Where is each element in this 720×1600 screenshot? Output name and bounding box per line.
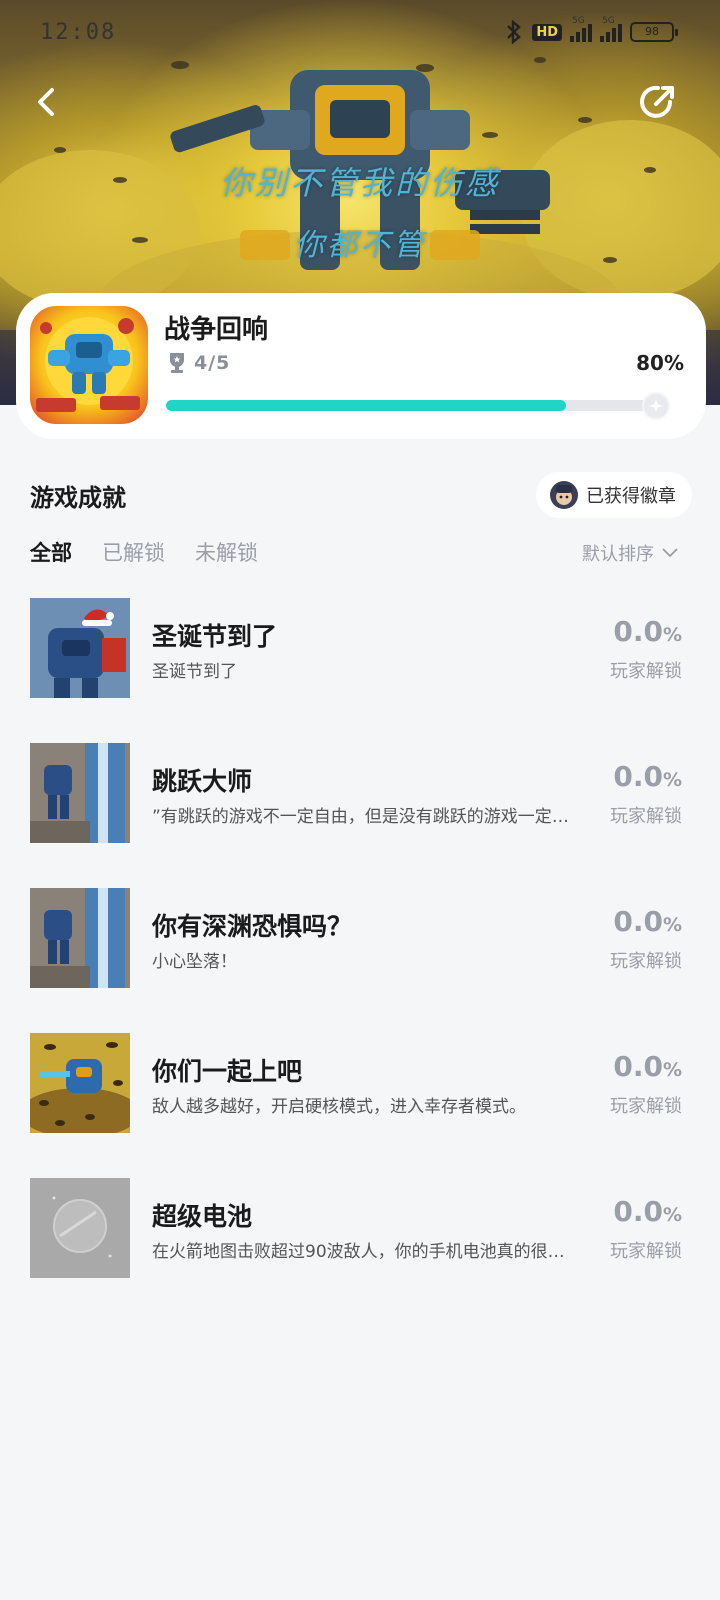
achievement-battery-image <box>30 1178 130 1278</box>
status-icons: HD 5G 5G 98 <box>504 16 678 44</box>
filter-tabs: 全部 已解锁 未解锁 <box>30 537 258 567</box>
sort-dropdown[interactable]: 默认排序 <box>582 540 678 566</box>
achievement-unlock-caption: 玩家解锁 <box>610 661 682 682</box>
status-clock: 12:08 <box>40 20 117 45</box>
hero-lyric-line-2: 你都不管 <box>294 228 426 263</box>
achievement-title: 你们一起上吧 <box>152 1057 303 1086</box>
game-title: 战争回响 <box>164 315 269 345</box>
bluetooth-icon <box>507 20 522 44</box>
achievement-description: 在火箭地图击败超过90波敌人，你的手机电池真的很耐用 <box>152 1242 580 1262</box>
achievement-row[interactable]: 你有深渊恐惧吗？ 小心坠落！ 0.0% 玩家解锁 <box>0 887 720 1032</box>
achievement-unlock-caption: 玩家解锁 <box>610 1241 682 1262</box>
achievement-unlock-rate: 0.0% <box>613 760 682 793</box>
tab-locked[interactable]: 未解锁 <box>195 537 258 567</box>
tab-all[interactable]: 全部 <box>30 537 72 567</box>
achievement-description: 圣诞节到了 <box>152 662 237 682</box>
trophy-progress-text: 4/5 <box>194 352 231 374</box>
achievement-description: 敌人越多越好，开启硬核模式，进入幸存者模式。 <box>152 1097 526 1117</box>
battery-icon: 98 <box>630 22 678 42</box>
back-button[interactable] <box>26 80 70 124</box>
section-title: 游戏成就 <box>30 484 126 512</box>
achievement-title: 你有深渊恐惧吗？ <box>152 912 353 941</box>
share-icon <box>640 85 674 118</box>
achievement-list: 圣诞节到了 圣诞节到了 0.0% 玩家解锁 跳跃大师 ”有跳跃的游戏不一定自由，… <box>0 597 720 1322</box>
achievement-row[interactable]: 跳跃大师 ”有跳跃的游戏不一定自由，但是没有跳跃的游戏一定不自由” 0.0% 玩… <box>0 742 720 887</box>
achievement-unlock-rate: 0.0% <box>613 1195 682 1228</box>
achievement-description: 小心坠落！ <box>152 952 237 972</box>
achievement-jump-image <box>30 743 130 843</box>
trophy-icon <box>170 353 184 373</box>
earned-badges-button[interactable]: 已获得徽章 <box>536 472 692 518</box>
game-summary-card[interactable]: 战争回响 4/5 80% <box>16 293 706 439</box>
achievement-unlock-rate: 0.0% <box>613 905 682 938</box>
achievement-unlock-rate: 0.0% <box>613 615 682 648</box>
tab-unlocked[interactable]: 已解锁 <box>102 537 165 567</box>
achievement-swarm-image <box>30 1033 130 1133</box>
sort-label: 默认排序 <box>582 544 654 565</box>
signal-5g-secondary-icon: 5G <box>600 16 622 42</box>
game-icon <box>30 306 148 424</box>
achievement-title: 跳跃大师 <box>152 767 253 796</box>
achievement-unlock-rate: 0.0% <box>613 1050 682 1083</box>
progress-percent: 80% <box>636 351 684 375</box>
achievement-description: ”有跳跃的游戏不一定自由，但是没有跳跃的游戏一定不自由” <box>152 807 580 827</box>
achievement-title: 圣诞节到了 <box>152 622 278 651</box>
achievement-unlock-caption: 玩家解锁 <box>610 1096 682 1117</box>
achievement-row[interactable]: 超级电池 在火箭地图击败超过90波敌人，你的手机电池真的很耐用 0.0% 玩家解… <box>0 1177 720 1322</box>
chevron-down-icon <box>662 548 678 558</box>
earned-badges-label: 已获得徽章 <box>586 486 676 507</box>
achievement-title: 超级电池 <box>152 1202 253 1231</box>
achievement-abyss-image <box>30 888 130 988</box>
badge-avatar <box>550 481 578 509</box>
status-bar: 12:08 HD 5G 5G 98 <box>0 0 720 66</box>
progress-goal-icon <box>642 392 670 420</box>
achievement-christmas-image <box>30 598 130 698</box>
hero-lyric-line-1: 你别不管我的伤感 <box>219 164 500 202</box>
achievement-row[interactable]: 你们一起上吧 敌人越多越好，开启硬核模式，进入幸存者模式。 0.0% 玩家解锁 <box>0 1032 720 1177</box>
chevron-left-icon <box>38 88 54 116</box>
progress-bar <box>166 392 670 420</box>
achievement-unlock-caption: 玩家解锁 <box>610 951 682 972</box>
progress-bar-fill <box>166 400 566 411</box>
hd-badge: HD <box>532 23 562 41</box>
trophy-count: 4/5 <box>166 351 230 375</box>
achievement-unlock-caption: 玩家解锁 <box>610 806 682 827</box>
achievement-row[interactable]: 圣诞节到了 圣诞节到了 0.0% 玩家解锁 <box>0 597 720 742</box>
signal-5g-icon: 5G <box>570 16 592 42</box>
share-button[interactable] <box>636 80 680 124</box>
